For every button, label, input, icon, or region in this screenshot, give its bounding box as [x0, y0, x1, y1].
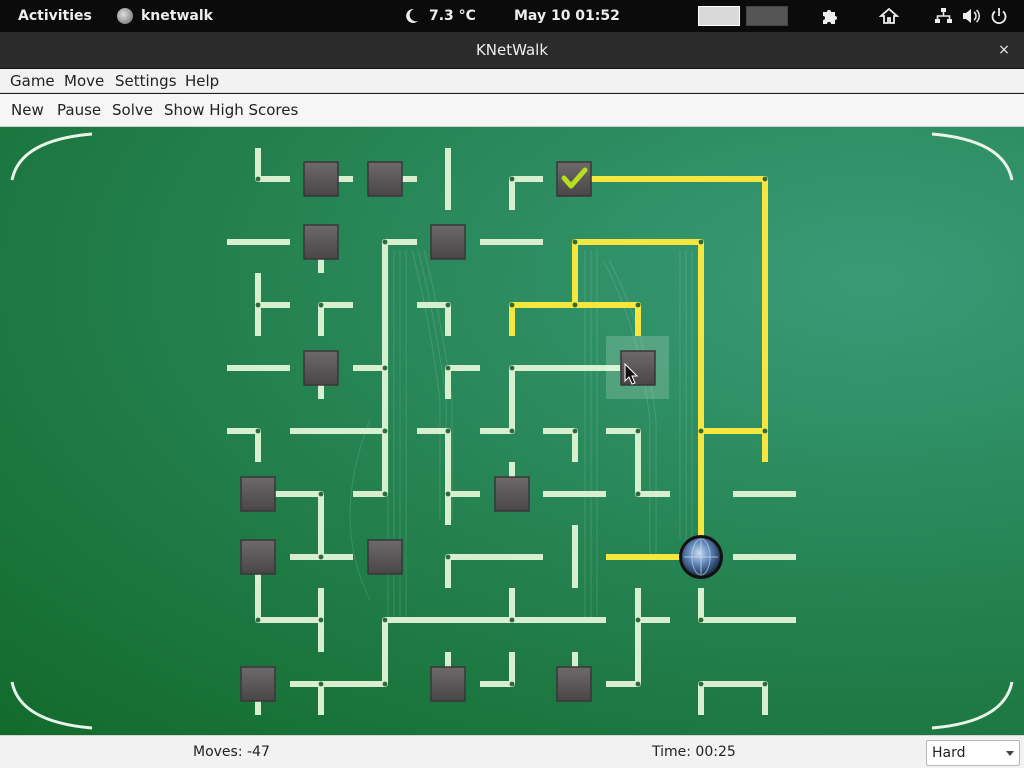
window-titlebar: KNetWalk ×	[0, 32, 1024, 69]
menu-help[interactable]: Help	[185, 69, 219, 93]
high-scores-button[interactable]: Show High Scores	[164, 94, 298, 127]
weather-temp: 7.3 °C	[429, 8, 476, 24]
new-button[interactable]: New	[11, 94, 44, 127]
status-bar: Moves: -47 Time: 00:25 Hard	[0, 735, 1024, 768]
solve-button[interactable]: Solve	[112, 94, 153, 127]
network-icon[interactable]	[933, 0, 953, 32]
difficulty-value: Hard	[932, 745, 966, 761]
menu-game[interactable]: Game	[10, 69, 55, 93]
top-bar: Activities knetwalk 7.3 °C May 10 01:52	[0, 0, 1024, 32]
app-icon	[117, 8, 133, 24]
menu-settings[interactable]: Settings	[115, 69, 177, 93]
close-icon[interactable]: ×	[994, 40, 1014, 60]
moon-icon	[406, 8, 418, 23]
clock[interactable]: May 10 01:52	[514, 0, 620, 32]
chevron-down-icon	[1006, 751, 1014, 756]
pause-button[interactable]: Pause	[57, 94, 101, 127]
weather-indicator[interactable]: 7.3 °C	[405, 0, 476, 32]
difficulty-select[interactable]: Hard	[926, 740, 1020, 766]
volume-icon[interactable]	[961, 0, 981, 32]
moves-counter: Moves: -47	[193, 744, 270, 760]
workspace-1[interactable]	[698, 6, 740, 26]
menu-move[interactable]: Move	[64, 69, 104, 93]
board-graphics	[10, 132, 1014, 730]
server-globe-icon[interactable]	[679, 535, 723, 579]
toolbar: New Pause Solve Show High Scores	[0, 94, 1024, 127]
activities-button[interactable]: Activities	[18, 0, 92, 32]
menubar: Game Move Settings Help	[0, 69, 1024, 93]
app-name: knetwalk	[141, 8, 213, 24]
window-title: KNetWalk	[475, 41, 549, 59]
home-icon[interactable]	[879, 0, 899, 32]
time-counter: Time: 00:25	[652, 744, 736, 760]
power-icon[interactable]	[989, 0, 1009, 32]
extensions-icon[interactable]	[820, 0, 840, 32]
workspace-2[interactable]	[746, 6, 788, 26]
game-board[interactable]	[0, 127, 1024, 735]
app-menu-button[interactable]: knetwalk	[117, 0, 213, 32]
